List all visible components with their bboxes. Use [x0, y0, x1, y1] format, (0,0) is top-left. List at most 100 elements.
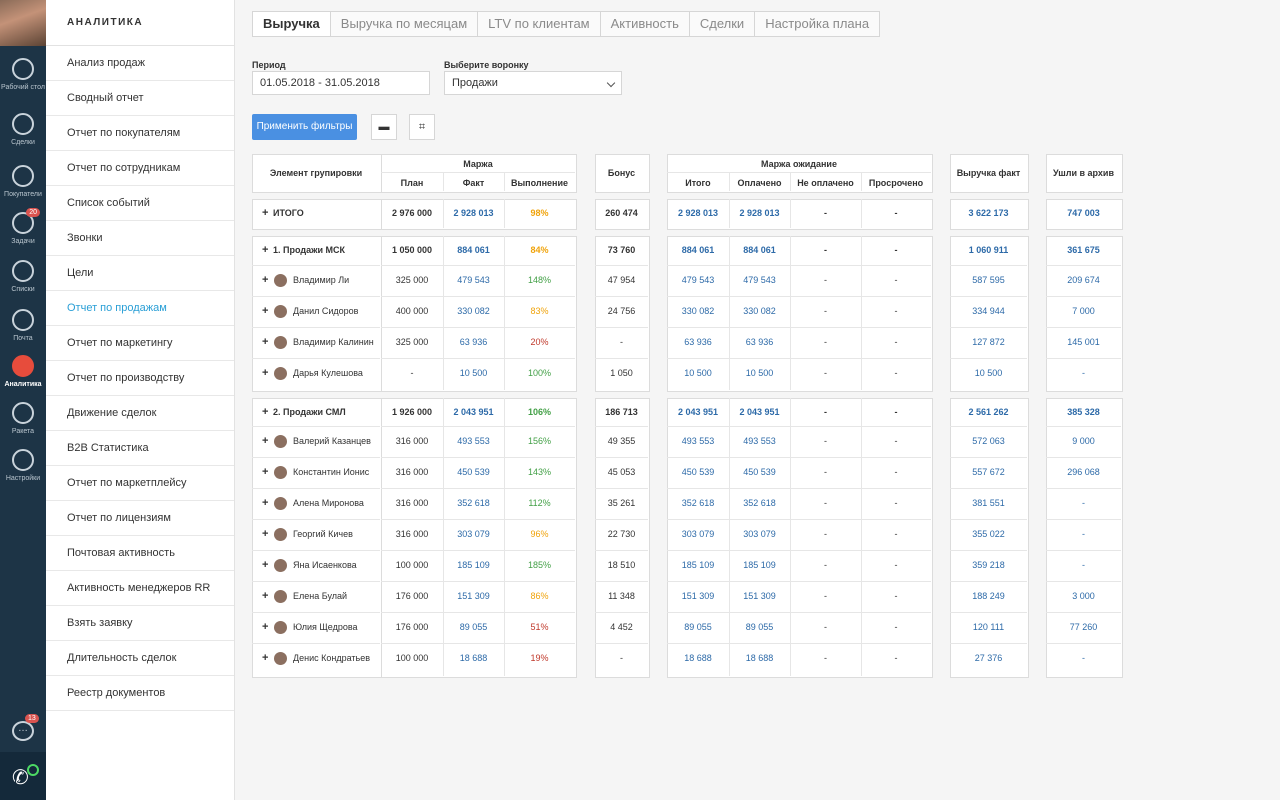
sidebar-item-14[interactable]: Почтовая активность [46, 536, 234, 571]
row-name[interactable]: Яна Исаенкова [293, 560, 357, 570]
nav-item-label: Сделки [11, 139, 35, 146]
row-name[interactable]: Георгий Кичев [293, 529, 353, 539]
row-name[interactable]: Валерий Казанцев [293, 436, 371, 446]
cell-fact: 10 500 [459, 368, 488, 378]
cell-total: 63 936 [684, 337, 712, 347]
expand-icon[interactable]: + [262, 336, 268, 348]
nav-item-label: Почта [13, 335, 33, 342]
cell-total: 2 043 951 [677, 407, 719, 417]
apply-filters-button[interactable]: Применить фильтры [252, 114, 357, 140]
expand-icon[interactable]: + [262, 435, 268, 447]
tab-2[interactable]: LTV по клиентам [478, 12, 601, 36]
print-icon[interactable]: ▬ [371, 114, 397, 140]
row-divider [252, 550, 380, 551]
fullscreen-icon[interactable]: ⌗ [409, 114, 435, 140]
col-divider [504, 199, 505, 228]
sidebar-item-3[interactable]: Отчет по сотрудникам [46, 151, 234, 186]
sidebar-item-0[interactable]: Анализ продаж [46, 46, 234, 81]
expand-icon[interactable]: + [262, 466, 268, 478]
cell-paid: 479 543 [743, 275, 776, 285]
user-avatar[interactable] [0, 0, 46, 46]
cell-overdue: - [894, 368, 898, 378]
tab-0[interactable]: Выручка [253, 12, 331, 36]
group-row-name[interactable]: 1. Продажи МСК [273, 245, 345, 255]
expand-icon[interactable]: + [262, 274, 268, 286]
sidebar-item-10[interactable]: Движение сделок [46, 396, 234, 431]
cell-overdue: - [894, 436, 898, 446]
row-name[interactable]: Денис Кондратьев [293, 653, 370, 663]
sidebar-item-17[interactable]: Длительность сделок [46, 641, 234, 676]
nav-item-label: Аналитика [4, 381, 42, 388]
expand-icon[interactable]: + [262, 244, 268, 256]
nav-item-2[interactable]: Покупатели [0, 165, 46, 199]
cell-total: 479 543 [681, 275, 715, 285]
expand-icon[interactable]: + [262, 497, 268, 509]
row-name[interactable]: Данил Сидоров [293, 306, 358, 316]
cell-bonus: 18 510 [607, 560, 636, 570]
row-divider [252, 581, 380, 582]
period-input[interactable]: 01.05.2018 - 31.05.2018 [252, 71, 430, 95]
nav-item-3[interactable]: 20 Задачи [0, 208, 46, 246]
row-name[interactable]: Дарья Кулешова [293, 368, 363, 378]
header-fact: Факт [462, 178, 485, 188]
tab-1[interactable]: Выручка по месяцам [331, 12, 479, 36]
expand-icon[interactable]: + [262, 528, 268, 540]
sidebar-item-8[interactable]: Отчет по маркетингу [46, 326, 234, 361]
row-divider [667, 327, 931, 328]
funnel-select[interactable]: Продажи [444, 71, 622, 95]
expand-icon[interactable]: + [262, 621, 268, 633]
row-divider [1046, 643, 1121, 644]
row-name[interactable]: Константин Ионис [293, 467, 369, 477]
row-name[interactable]: Владимир Калинин [293, 337, 374, 347]
sidebar-item-12[interactable]: Отчет по маркетплейсу [46, 466, 234, 501]
expand-icon[interactable]: + [262, 652, 268, 664]
nav-item-8[interactable]: Настройки [0, 449, 46, 483]
group-row-name[interactable]: 2. Продажи СМЛ [273, 407, 346, 417]
cell-plan: 316 000 [395, 436, 429, 446]
cell-done: 98% [530, 208, 549, 218]
cell-total: 884 061 [681, 245, 715, 255]
expand-icon[interactable]: + [262, 559, 268, 571]
sidebar-item-7[interactable]: Отчет по продажам [46, 291, 234, 326]
cell-total: 352 618 [681, 498, 715, 508]
row-name[interactable]: Владимир Ли [293, 275, 349, 285]
user-avatar-icon [274, 528, 287, 541]
nav-item-0[interactable]: Рабочий стол [0, 58, 46, 92]
row-name[interactable]: Алена Миронова [293, 498, 364, 508]
cell-revenue: 10 500 [974, 368, 1003, 378]
total-row-name[interactable]: ИТОГО [273, 208, 304, 218]
sidebar-item-5[interactable]: Звонки [46, 221, 234, 256]
expand-icon[interactable]: + [262, 207, 268, 219]
sidebar-item-15[interactable]: Активность менеджеров RR [46, 571, 234, 606]
tab-3[interactable]: Активность [601, 12, 690, 36]
expand-icon[interactable]: + [262, 406, 268, 418]
cell-unpaid: - [824, 368, 827, 378]
row-name[interactable]: Юлия Щедрова [293, 622, 358, 632]
sidebar-item-18[interactable]: Реестр документов [46, 676, 234, 711]
sidebar-item-4[interactable]: Список событий [46, 186, 234, 221]
tab-4[interactable]: Сделки [690, 12, 756, 36]
nav-item-1[interactable]: Сделки [0, 113, 46, 147]
nav-item-6[interactable]: Аналитика [0, 355, 46, 389]
cell-paid: 450 539 [743, 467, 776, 477]
nav-item-4[interactable]: Списки [0, 260, 46, 294]
sidebar-item-2[interactable]: Отчет по покупателям [46, 116, 234, 151]
expand-icon[interactable]: + [262, 590, 268, 602]
expand-icon[interactable]: + [262, 305, 268, 317]
sidebar-item-1[interactable]: Сводный отчет [46, 81, 234, 116]
sidebar-item-11[interactable]: B2B Статистика [46, 431, 234, 466]
col-divider [861, 173, 862, 191]
cell-done: 51% [530, 622, 549, 632]
nav-item-7[interactable]: Ракета [0, 402, 46, 436]
row-divider [381, 581, 575, 582]
expand-icon[interactable]: + [262, 367, 268, 379]
tab-5[interactable]: Настройка плана [755, 12, 879, 36]
sidebar-item-16[interactable]: Взять заявку [46, 606, 234, 641]
sidebar-item-6[interactable]: Цели [46, 256, 234, 291]
nav-item-5[interactable]: Почта [0, 309, 46, 343]
chat-icon[interactable]: … [12, 721, 34, 741]
sidebar-item-9[interactable]: Отчет по производству [46, 361, 234, 396]
row-name[interactable]: Елена Булай [293, 591, 347, 601]
sidebar-item-13[interactable]: Отчет по лицензиям [46, 501, 234, 536]
cell-archive: 747 003 [1067, 208, 1100, 218]
